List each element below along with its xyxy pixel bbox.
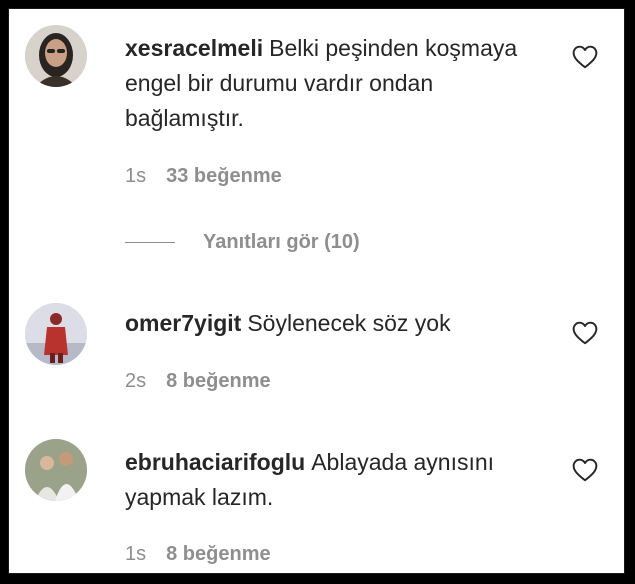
comment-text-block: omer7yigit Söylenecek söz yok <box>125 306 555 341</box>
comment-meta: 1s 33 beğenme <box>125 165 282 188</box>
comment-meta: 2s 8 beğenme <box>125 370 271 393</box>
view-replies-label: Yanıtları gör (10) <box>203 231 360 253</box>
comment-username[interactable]: ebruhaciarifoglu <box>125 449 305 475</box>
heart-outline-icon <box>572 321 598 345</box>
comment-text-block: ebruhaciarifoglu Ablayada aynısını yapmak… <box>125 445 555 515</box>
comment-likes[interactable]: 8 beğenme <box>166 543 270 565</box>
comment-username[interactable]: omer7yigit <box>125 310 241 336</box>
comment-body: Söylenecek söz yok <box>247 310 451 336</box>
heart-outline-icon <box>572 458 598 482</box>
comment-time[interactable]: 1s <box>125 543 146 565</box>
view-replies-button[interactable]: Yanıtları gör (10) <box>125 231 360 254</box>
avatar[interactable] <box>25 303 87 365</box>
comment-time[interactable]: 2s <box>125 370 146 392</box>
heart-outline-icon <box>572 45 598 69</box>
like-button[interactable] <box>572 45 598 69</box>
avatar-woman-photo-icon <box>25 25 87 87</box>
comment-time[interactable]: 1s <box>125 165 146 187</box>
comment-username[interactable]: xesracelmeli <box>125 35 263 61</box>
comment-meta: 1s 8 beğenme <box>125 543 271 566</box>
comment-likes[interactable]: 33 beğenme <box>166 165 282 187</box>
replies-divider-line <box>125 242 175 243</box>
comment-text-block: xesracelmeli Belki peşinden koşmaya engel… <box>125 31 555 136</box>
avatar[interactable] <box>25 439 87 501</box>
avatar-couple-photo-icon <box>25 439 87 501</box>
avatar[interactable] <box>25 25 87 87</box>
comments-panel: xesracelmeli Belki peşinden koşmaya engel… <box>8 8 625 574</box>
like-button[interactable] <box>572 458 598 482</box>
avatar-figure-photo-icon <box>25 303 87 365</box>
comment-likes[interactable]: 8 beğenme <box>166 370 270 392</box>
like-button[interactable] <box>572 321 598 345</box>
